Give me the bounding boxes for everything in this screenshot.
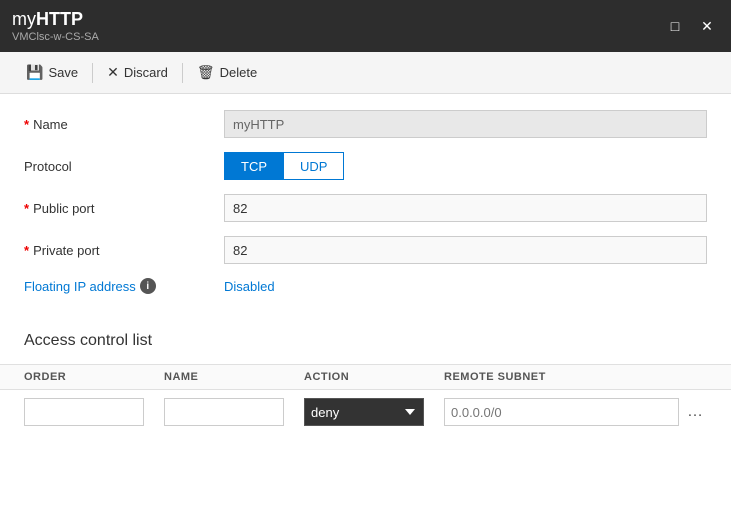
floating-ip-value: Disabled (224, 279, 275, 294)
private-port-input[interactable] (224, 236, 707, 264)
toolbar: 💾 Save ✕ Discard 🗑 Delete (0, 52, 731, 94)
public-port-label: * Public port (24, 201, 224, 216)
protocol-row: Protocol TCP UDP (24, 152, 707, 180)
app-title: myHTTP (12, 9, 99, 30)
discard-button[interactable]: ✕ Discard (97, 60, 178, 85)
acl-section: Access control list ORDER NAME ACTION RE… (0, 332, 731, 434)
acl-action-select[interactable]: deny allow (304, 398, 424, 426)
name-control (224, 110, 707, 138)
protocol-label: Protocol (24, 159, 224, 174)
acl-header-row: ORDER NAME ACTION REMOTE SUBNET (0, 364, 731, 390)
floating-ip-label: Floating IP address i (24, 278, 224, 294)
floating-ip-control: Disabled (224, 279, 707, 294)
toolbar-separator-2 (182, 63, 183, 83)
discard-icon: ✕ (107, 64, 119, 81)
name-row: * Name (24, 110, 707, 138)
app-subtitle: VMClsc-w-CS-SA (12, 31, 99, 43)
acl-col-name: NAME (164, 371, 304, 383)
acl-name-input[interactable] (164, 398, 284, 426)
acl-order-input[interactable] (24, 398, 144, 426)
form-area: * Name Protocol TCP UDP * Public port (0, 94, 731, 324)
acl-col-order: ORDER (24, 371, 164, 383)
toolbar-separator-1 (92, 63, 93, 83)
protocol-group: TCP UDP (224, 152, 707, 180)
name-input[interactable] (224, 110, 707, 138)
public-port-input[interactable] (224, 194, 707, 222)
floating-ip-info-icon[interactable]: i (140, 278, 156, 294)
close-button[interactable]: ✕ (695, 14, 719, 38)
private-port-row: * Private port (24, 236, 707, 264)
acl-more-button[interactable]: … (683, 403, 707, 421)
public-port-control (224, 194, 707, 222)
tcp-button[interactable]: TCP (224, 152, 283, 180)
floating-ip-row: Floating IP address i Disabled (24, 278, 707, 294)
save-icon: 💾 (26, 64, 43, 81)
acl-data-row: deny allow … (0, 390, 731, 434)
private-port-label: * Private port (24, 243, 224, 258)
window-controls: □ ✕ (663, 14, 719, 38)
delete-button[interactable]: 🗑 Delete (187, 60, 267, 85)
acl-subnet-wrapper: … (444, 398, 707, 426)
acl-col-action: ACTION (304, 371, 444, 383)
delete-icon: 🗑 (197, 64, 215, 81)
acl-section-title: Access control list (0, 332, 731, 350)
acl-subnet-input[interactable] (444, 398, 679, 426)
title-bar: myHTTP VMClsc-w-CS-SA □ ✕ (0, 0, 731, 52)
name-label: * Name (24, 117, 224, 132)
save-button[interactable]: 💾 Save (16, 60, 88, 85)
minimize-button[interactable]: □ (663, 14, 687, 38)
acl-col-remote-subnet: REMOTE SUBNET (444, 371, 707, 383)
protocol-control: TCP UDP (224, 152, 707, 180)
udp-button[interactable]: UDP (283, 152, 344, 180)
public-port-row: * Public port (24, 194, 707, 222)
private-port-control (224, 236, 707, 264)
